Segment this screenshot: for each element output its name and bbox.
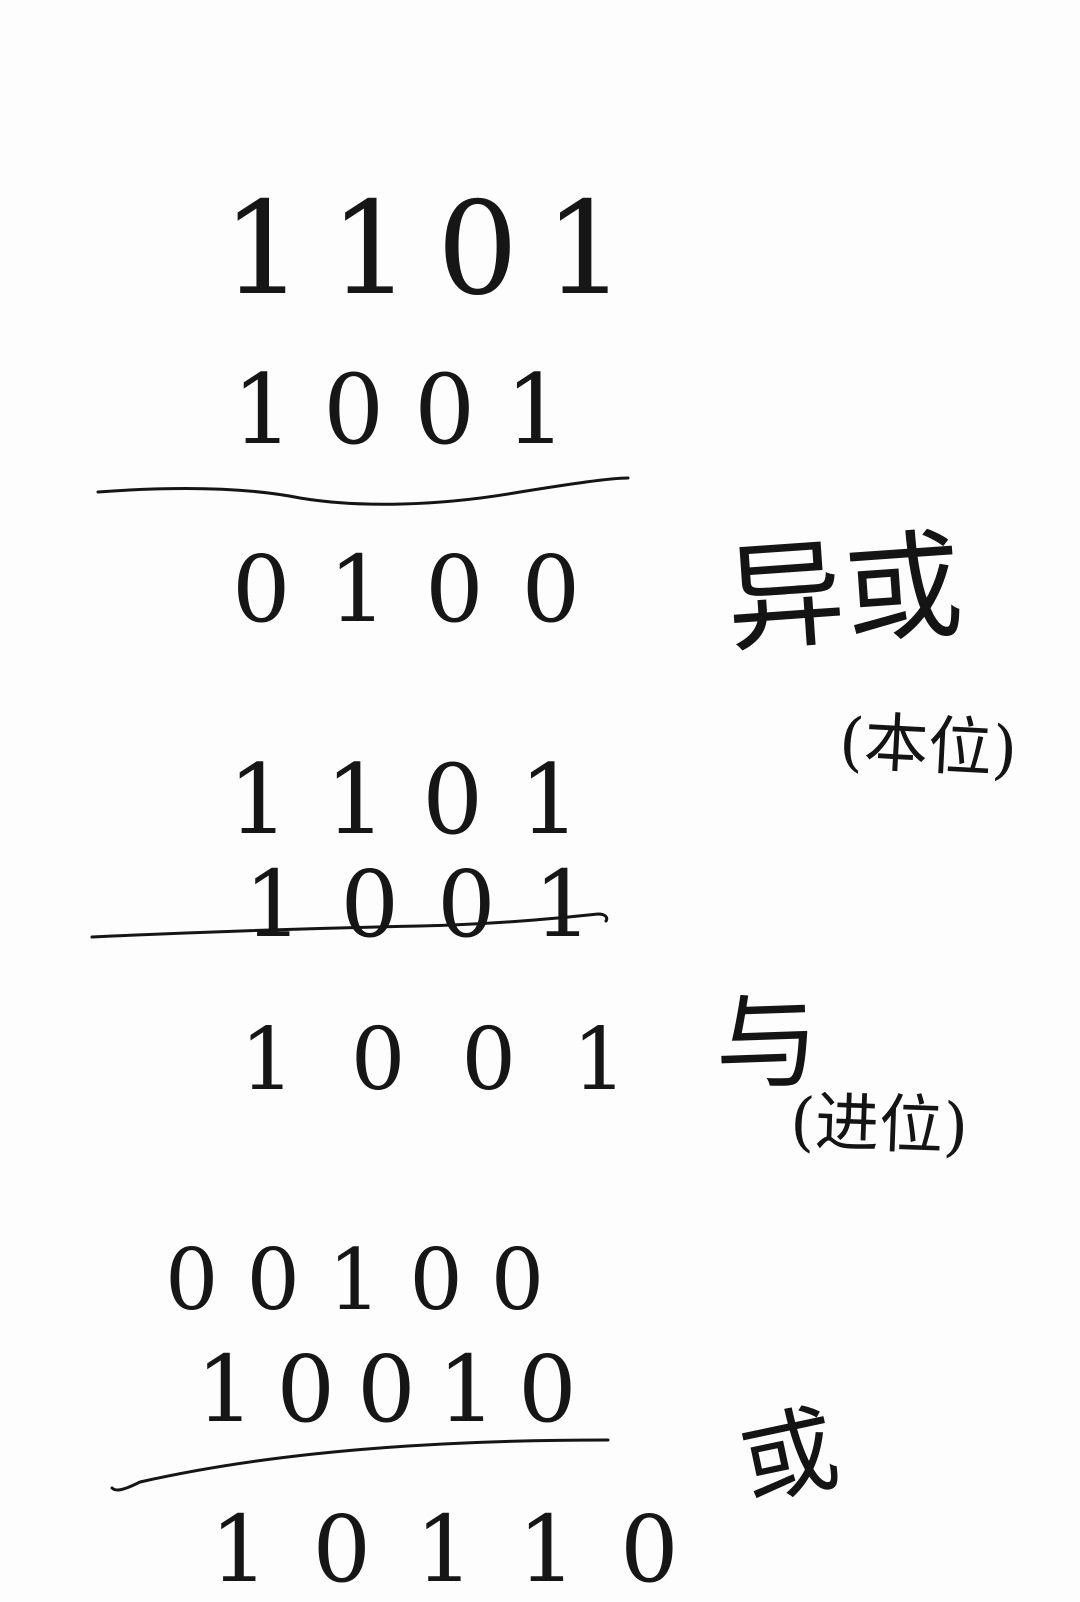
operation-label-xor: 异或 — [721, 515, 967, 670]
operation-sublabel-sum: (本位) — [837, 704, 1019, 789]
binary-operand-2: 1001 — [232, 354, 597, 466]
binary-operand-2: 1001 — [244, 851, 631, 958]
underline-1 — [96, 476, 630, 506]
binary-result: 10110 — [210, 1496, 723, 1602]
binary-operand-2: 10010 — [196, 1336, 599, 1443]
binary-operand-1: 1101 — [222, 175, 652, 324]
operation-sublabel-carry: (进位) — [788, 1084, 970, 1166]
handwritten-note-page: 1101 1001 0100 1101 1001 1001 00100 1001… — [0, 0, 1080, 1602]
